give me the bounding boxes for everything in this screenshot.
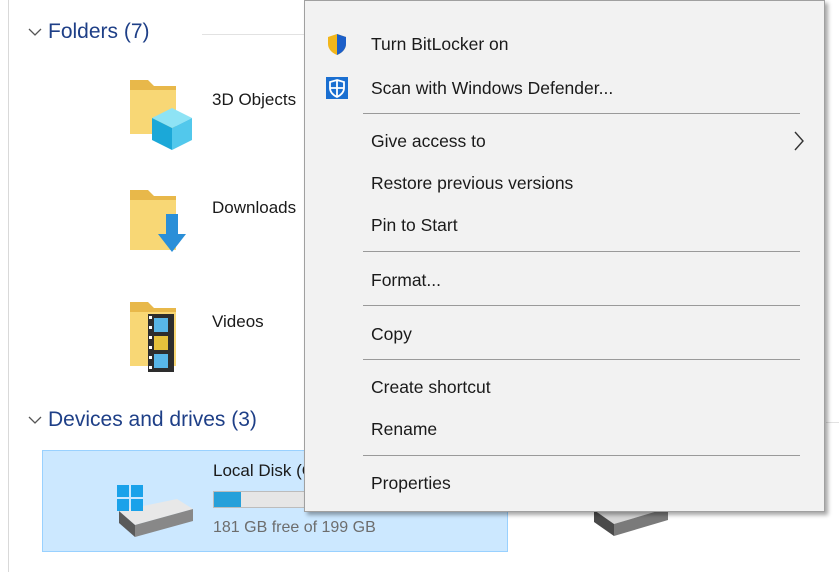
menu-item-label: Restore previous versions [371, 173, 574, 193]
videos-folder-icon [130, 302, 176, 372]
menu-item-turn-bitlocker-on[interactable]: Turn BitLocker on [305, 27, 824, 61]
menu-separator [363, 251, 800, 252]
menu-item-scan-defender[interactable]: Scan with Windows Defender... [305, 71, 824, 105]
menu-item-label: Scan with Windows Defender... [371, 78, 614, 98]
downloads-folder-icon [130, 190, 186, 252]
menu-separator [363, 359, 800, 360]
chevron-down-icon [28, 28, 42, 36]
menu-item-label: Rename [371, 419, 438, 439]
menu-item-format[interactable]: Format... [305, 263, 824, 297]
menu-item-properties[interactable]: Properties [305, 466, 824, 500]
menu-item-copy[interactable]: Copy [305, 317, 824, 351]
menu-item-pin-to-start[interactable]: Pin to Start [305, 208, 824, 242]
chevron-down-icon [28, 416, 42, 424]
menu-item-create-shortcut[interactable]: Create shortcut [305, 370, 824, 404]
menu-item-label: Format... [371, 270, 442, 290]
folder-3d-objects[interactable] [128, 72, 198, 152]
menu-separator [363, 305, 800, 306]
folder-label: 3D Objects [212, 90, 297, 109]
chevron-right-icon [794, 131, 804, 151]
folders-group-title: Folders (7) [48, 20, 150, 43]
3d-objects-folder-icon [130, 80, 192, 150]
drive-free-space: 181 GB free of 199 GB [213, 519, 376, 536]
bitlocker-shield-icon [328, 34, 346, 55]
folder-videos[interactable] [128, 300, 198, 376]
menu-item-label: Properties [371, 473, 451, 493]
group-divider [202, 34, 304, 35]
folder-label: Downloads [212, 198, 297, 217]
devices-group-header[interactable]: Devices and drives (3) [28, 408, 257, 432]
menu-item-restore-previous[interactable]: Restore previous versions [305, 166, 824, 200]
drive-usage-fill [214, 492, 241, 507]
windows-defender-icon [326, 77, 348, 99]
menu-item-label: Pin to Start [371, 215, 458, 235]
folders-group-header[interactable]: Folders (7) [28, 20, 150, 44]
devices-group-title: Devices and drives (3) [48, 408, 257, 431]
menu-item-label: Create shortcut [371, 377, 491, 397]
menu-item-give-access[interactable]: Give access to [305, 124, 824, 158]
folder-label: Videos [212, 312, 264, 331]
menu-separator [363, 455, 800, 456]
group-divider [826, 422, 839, 423]
menu-item-label: Turn BitLocker on [371, 34, 509, 54]
menu-separator [363, 113, 800, 114]
menu-item-label: Copy [371, 324, 412, 344]
menu-item-rename[interactable]: Rename [305, 412, 824, 446]
menu-item-label: Give access to [371, 131, 486, 151]
folder-downloads[interactable] [128, 188, 198, 263]
windows-drive-icon [117, 485, 193, 537]
context-menu: Turn BitLocker on Scan with Windows Defe… [304, 0, 825, 512]
